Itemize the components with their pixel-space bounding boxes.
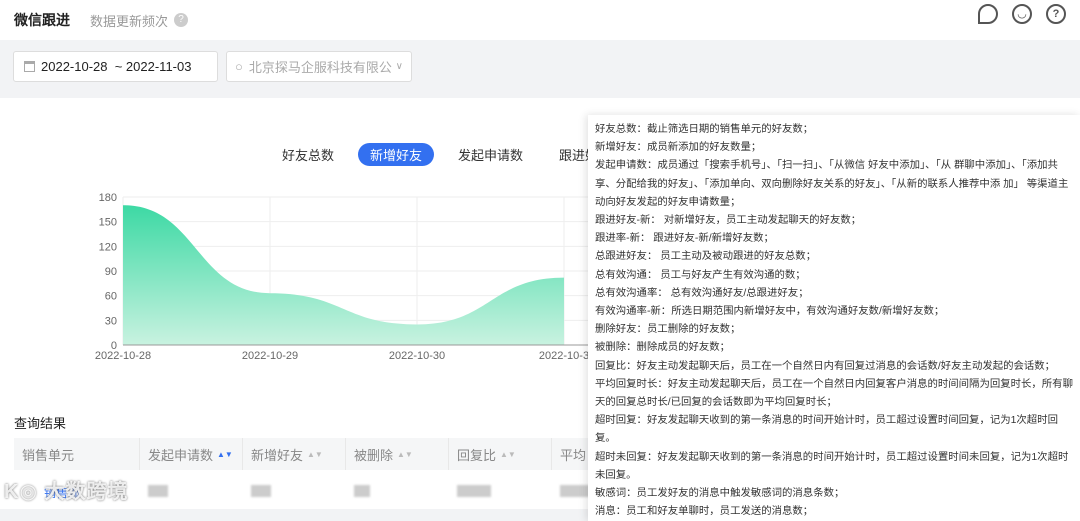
col-requests[interactable]: 发起申请数 ▲▼ — [140, 438, 243, 470]
help-icon[interactable]: ? — [1046, 4, 1066, 24]
definition-line: 发起申请数：成员通过「搜索手机号」、「扫一扫」、「从微信 好友中添加」、「从 群… — [595, 157, 1074, 212]
definition-line: 删除好友：员工删除的好友数； — [595, 321, 1074, 339]
chat-icon[interactable]: ◡ — [1012, 4, 1032, 24]
definition-line: 总有效沟通率： 总有效沟通好友/总跟进好友； — [595, 285, 1074, 303]
definition-line: 平均回复时长：好友主动发起聊天后，员工在一个自然日内回复客户消息的时间间隔为回复… — [595, 376, 1074, 412]
definition-line: 总有效沟通： 员工与好友产生有效沟通的数； — [595, 267, 1074, 285]
cell — [243, 485, 346, 500]
watermark-logo: K◎ 大数跨境 — [4, 479, 128, 505]
col-reply-ratio[interactable]: 回复比 ▲▼ — [449, 438, 552, 470]
tab-total-friends[interactable]: 好友总数 — [270, 143, 346, 166]
chevron-down-icon: ∨ — [396, 61, 403, 72]
x-tick-label: 2022-10-29 — [242, 350, 298, 362]
col-sales-unit: 销售单元 — [14, 438, 140, 470]
y-tick-label: 180 — [99, 192, 117, 204]
definition-line: 敏感词：员工发好友的消息中触发敏感词的消息条数； — [595, 485, 1074, 503]
x-tick-label: 2022-10-28 — [95, 350, 151, 362]
definition-line: 跟进率-新： 跟进好友-新/新增好友数； — [595, 230, 1074, 248]
y-tick-label: 60 — [105, 291, 117, 303]
y-tick-label: 90 — [105, 266, 117, 278]
definition-line: 消息：员工和好友单聊时，员工发送的消息数； — [595, 503, 1074, 521]
header: 微信跟进 数据更新频次 ? ◡ ? — [0, 0, 1080, 40]
x-tick-label: 2022-10-30 — [389, 350, 445, 362]
col-new-friends[interactable]: 新增好友 ▲▼ — [243, 438, 346, 470]
definition-line: 被删除：删除成员的好友数； — [595, 339, 1074, 357]
company-value: 北京探马企服科技有限公 — [249, 57, 392, 76]
results-title: 查询结果 — [14, 413, 66, 432]
sort-icon[interactable]: ▲▼ — [217, 450, 233, 459]
col-label: 平均 — [560, 445, 586, 464]
x-tick-label: 2022-10-3 — [539, 350, 589, 362]
sort-icon[interactable]: ▲▼ — [307, 450, 323, 459]
help-circle-icon[interactable]: ? — [174, 13, 188, 27]
area-chart: 03060901201501802022-10-282022-10-292022… — [0, 183, 600, 363]
table-header: 销售单元 发起申请数 ▲▼ 新增好友 ▲▼ 被删除 ▲▼ 回复比 ▲▼ 平均 — [14, 438, 594, 470]
cell — [346, 485, 449, 500]
y-tick-label: 30 — [105, 315, 117, 327]
date-range-value: 2022-10-28 ~ 2022-11-03 — [41, 59, 191, 74]
definition-line: 跟进好友-新： 对新增好友，员工主动发起聊天的好友数； — [595, 212, 1074, 230]
col-deleted[interactable]: 被删除 ▲▼ — [346, 438, 449, 470]
col-label: 新增好友 — [251, 445, 303, 464]
definition-line: 超时回复：好友发起聊天收到的第一条消息的时间开始计时，员工超过设置时间回复，记为… — [595, 412, 1074, 448]
definition-line: 回复比：好友主动发起聊天后，员工在一个自然日内有回复过消息的会话数/好友主动发起… — [595, 358, 1074, 376]
col-label: 回复比 — [457, 445, 496, 464]
update-frequency-label: 数据更新频次 — [90, 11, 168, 30]
definition-line: 有效沟通率-新：所选日期范围内新增好友中，有效沟通好友数/新增好友数； — [595, 303, 1074, 321]
col-label: 发起申请数 — [148, 445, 213, 464]
search-icon: ○ — [235, 59, 243, 74]
calendar-icon — [24, 61, 35, 72]
y-tick-label: 150 — [99, 217, 117, 229]
metric-definitions-tooltip: 好友总数：截止筛选日期的销售单元的好友数；新增好友：成员新添加的好友数量；发起申… — [588, 115, 1080, 521]
sort-icon[interactable]: ▲▼ — [500, 450, 516, 459]
col-label: 销售单元 — [22, 445, 74, 464]
definition-line: 总跟进好友： 员工主动及被动跟进的好友总数； — [595, 248, 1074, 266]
definition-line: 超时未回复：好友发起聊天收到的第一条消息的时间开始计时，员工超过设置时间未回复，… — [595, 449, 1074, 485]
company-select[interactable]: ○ 北京探马企服科技有限公 ∨ — [226, 51, 412, 82]
cell — [449, 485, 552, 500]
definition-line: 好友总数：截止筛选日期的销售单元的好友数； — [595, 121, 1074, 139]
cell — [140, 485, 243, 500]
col-label: 被删除 — [354, 445, 393, 464]
search-icon[interactable] — [978, 4, 998, 24]
definition-line: 新增好友：成员新添加的好友数量； — [595, 139, 1074, 157]
area-series — [123, 205, 564, 345]
tab-new-friends[interactable]: 新增好友 — [358, 143, 434, 166]
date-range-picker[interactable]: 2022-10-28 ~ 2022-11-03 — [13, 51, 218, 82]
tab-requests[interactable]: 发起申请数 — [446, 143, 535, 166]
y-tick-label: 120 — [99, 241, 117, 253]
sort-icon[interactable]: ▲▼ — [397, 450, 413, 459]
page-title: 微信跟进 — [14, 10, 70, 30]
